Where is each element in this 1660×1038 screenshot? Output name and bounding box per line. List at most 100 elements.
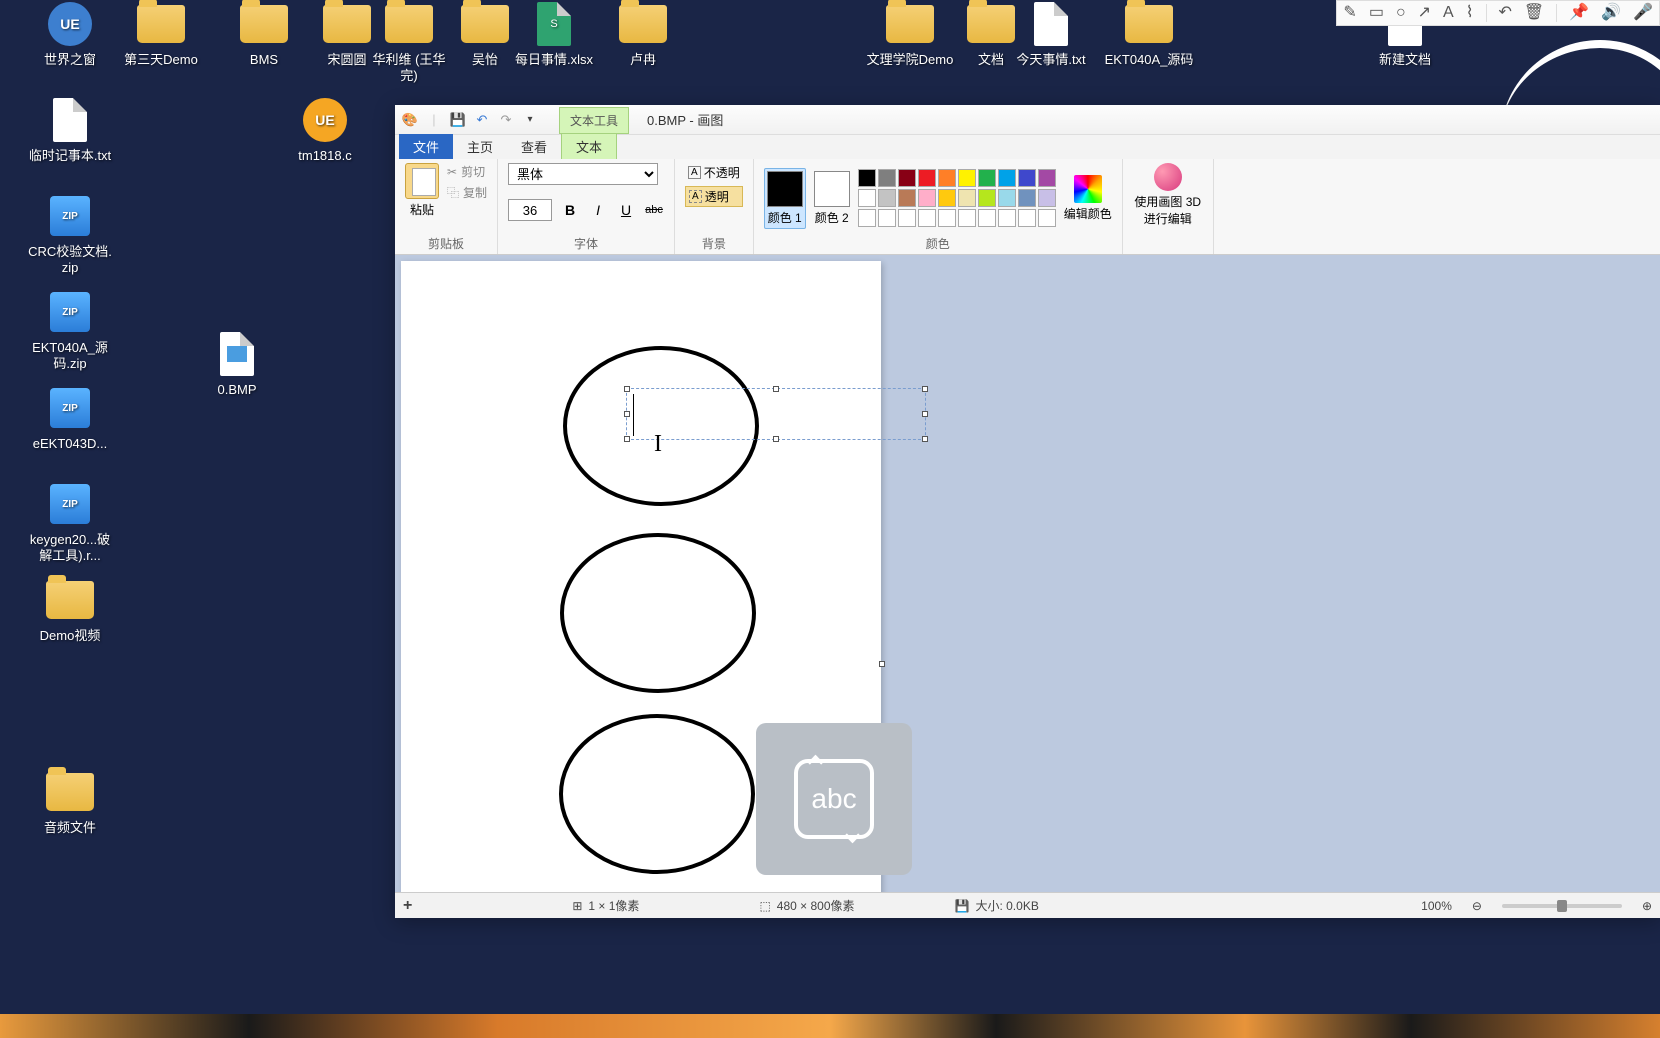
quick-access-toolbar: 🎨 | 💾 ↶ ↷ ▾: [401, 111, 539, 129]
underline-button[interactable]: U: [616, 200, 636, 220]
color-swatch[interactable]: [1018, 209, 1036, 227]
color-swatch[interactable]: [1018, 189, 1036, 207]
tab-view[interactable]: 查看: [507, 134, 561, 159]
delete-icon[interactable]: 🗑: [1524, 5, 1544, 21]
color-swatch[interactable]: [878, 209, 896, 227]
tab-home[interactable]: 主页: [453, 134, 507, 159]
desktop-icon[interactable]: 文理学院Demo: [865, 0, 955, 68]
desktop-icon[interactable]: BMS: [219, 0, 309, 68]
desktop-icon[interactable]: 卢冉: [598, 0, 688, 68]
color-swatch[interactable]: [878, 189, 896, 207]
tab-file[interactable]: 文件: [399, 134, 453, 159]
zoom-in-button[interactable]: ⊕: [1642, 899, 1652, 913]
qat-dropdown[interactable]: ▾: [521, 111, 539, 129]
color-swatch[interactable]: [918, 169, 936, 187]
desktop-icon[interactable]: ZIPkeygen20...破解工具).r...: [25, 480, 115, 564]
color-swatch[interactable]: [978, 209, 996, 227]
arrow-icon[interactable]: ↗: [1418, 5, 1431, 21]
tab-text[interactable]: 文本: [561, 133, 617, 159]
color-swatch[interactable]: [938, 209, 956, 227]
color-swatch[interactable]: [918, 209, 936, 227]
text-icon[interactable]: A: [1443, 5, 1454, 21]
color-swatch[interactable]: [958, 209, 976, 227]
color-swatch[interactable]: [898, 169, 916, 187]
color-swatch[interactable]: [858, 209, 876, 227]
color-swatch[interactable]: [1018, 169, 1036, 187]
opaque-button[interactable]: A不透明: [685, 163, 743, 182]
desktop-icon[interactable]: 音频文件: [25, 768, 115, 836]
save-button[interactable]: 💾: [449, 111, 467, 129]
canvas-area[interactable]: I: [395, 255, 1660, 892]
desktop-icon[interactable]: Demo视频: [25, 576, 115, 644]
status-cursor: ⊞1 × 1像素: [572, 897, 639, 914]
desktop-icon[interactable]: 0.BMP: [192, 330, 282, 398]
pin-icon[interactable]: 📌: [1569, 5, 1589, 21]
status-filesize: 💾大小: 0.0KB: [955, 897, 1039, 914]
ime-mode-icon: abc: [794, 759, 874, 839]
desktop-icon[interactable]: 今天事情.txt: [1006, 0, 1096, 68]
strike-button[interactable]: abc: [644, 200, 664, 220]
paste-button[interactable]: 粘贴: [405, 163, 439, 218]
scissors-icon: ✂: [447, 165, 457, 179]
color-palette: [858, 169, 1056, 227]
color-swatch[interactable]: [898, 209, 916, 227]
desktop-icon[interactable]: EKT040A_源码: [1104, 0, 1194, 68]
color-swatch[interactable]: [938, 189, 956, 207]
desktop-icon[interactable]: UEtm1818.c: [280, 96, 370, 164]
sound-icon[interactable]: 🔊: [1601, 5, 1621, 21]
edit-colors-button[interactable]: 编辑颜色: [1064, 175, 1112, 222]
status-plus[interactable]: +: [403, 897, 412, 915]
pencil-icon[interactable]: ✎: [1343, 5, 1356, 21]
undo-icon[interactable]: ↶: [1499, 5, 1512, 21]
color-swatch[interactable]: [978, 169, 996, 187]
transparent-button[interactable]: A透明: [685, 186, 743, 207]
paint3d-button[interactable]: 使用画图 3D 进行编辑: [1133, 163, 1203, 227]
color-swatch[interactable]: [998, 189, 1016, 207]
color1-button[interactable]: 颜色 1: [764, 168, 806, 229]
circle-icon[interactable]: ○: [1396, 5, 1406, 21]
color-swatch[interactable]: [958, 189, 976, 207]
crosshair-icon: ⊞: [572, 899, 582, 913]
color-swatch[interactable]: [1038, 189, 1056, 207]
rainbow-icon: [1074, 175, 1102, 203]
italic-button[interactable]: I: [588, 200, 608, 220]
copy-button[interactable]: ⿻复制: [447, 184, 487, 201]
text-box[interactable]: [626, 388, 926, 440]
zoom-slider[interactable]: [1502, 904, 1622, 908]
ribbon-tabs: 文件 主页 查看 文本: [395, 135, 1660, 159]
undo-button[interactable]: ↶: [473, 111, 491, 129]
color-swatch[interactable]: [1038, 169, 1056, 187]
color-swatch[interactable]: [858, 169, 876, 187]
font-family-select[interactable]: 黑体: [508, 163, 658, 185]
color2-button[interactable]: 颜色 2: [814, 171, 850, 226]
desktop-icon[interactable]: 临时记事本.txt: [25, 96, 115, 164]
color-swatch[interactable]: [938, 169, 956, 187]
color-swatch[interactable]: [878, 169, 896, 187]
color-swatch[interactable]: [998, 169, 1016, 187]
canvas-handle-right[interactable]: [879, 661, 885, 667]
bold-button[interactable]: B: [560, 200, 580, 220]
color-swatch[interactable]: [858, 189, 876, 207]
cut-button[interactable]: ✂剪切: [447, 163, 487, 180]
status-bar: + ⊞1 × 1像素 ⬚480 × 800像素 💾大小: 0.0KB 100% …: [395, 892, 1660, 918]
desktop-icon[interactable]: UE世界之窗: [25, 0, 115, 68]
color-swatch[interactable]: [978, 189, 996, 207]
blur-icon[interactable]: ⌇: [1466, 5, 1474, 21]
font-size-input[interactable]: [508, 199, 552, 221]
context-tab-label: 文本工具: [559, 107, 629, 134]
desktop-icon[interactable]: 第三天Demo: [116, 0, 206, 68]
zoom-out-button[interactable]: ⊖: [1472, 899, 1482, 913]
ime-indicator: abc: [756, 723, 912, 875]
desktop-icon[interactable]: S每日事情.xlsx: [509, 0, 599, 68]
desktop-icon[interactable]: ZIPEKT040A_源码.zip: [25, 288, 115, 372]
color-swatch[interactable]: [1038, 209, 1056, 227]
color-swatch[interactable]: [998, 209, 1016, 227]
rect-icon[interactable]: ▭: [1369, 5, 1384, 21]
mic-icon[interactable]: 🎤: [1633, 5, 1653, 21]
color-swatch[interactable]: [918, 189, 936, 207]
redo-button[interactable]: ↷: [497, 111, 515, 129]
desktop-icon[interactable]: ZIPCRC校验文档.zip: [25, 192, 115, 276]
color-swatch[interactable]: [958, 169, 976, 187]
desktop-icon[interactable]: ZIPeEKT043D...: [25, 384, 115, 452]
color-swatch[interactable]: [898, 189, 916, 207]
